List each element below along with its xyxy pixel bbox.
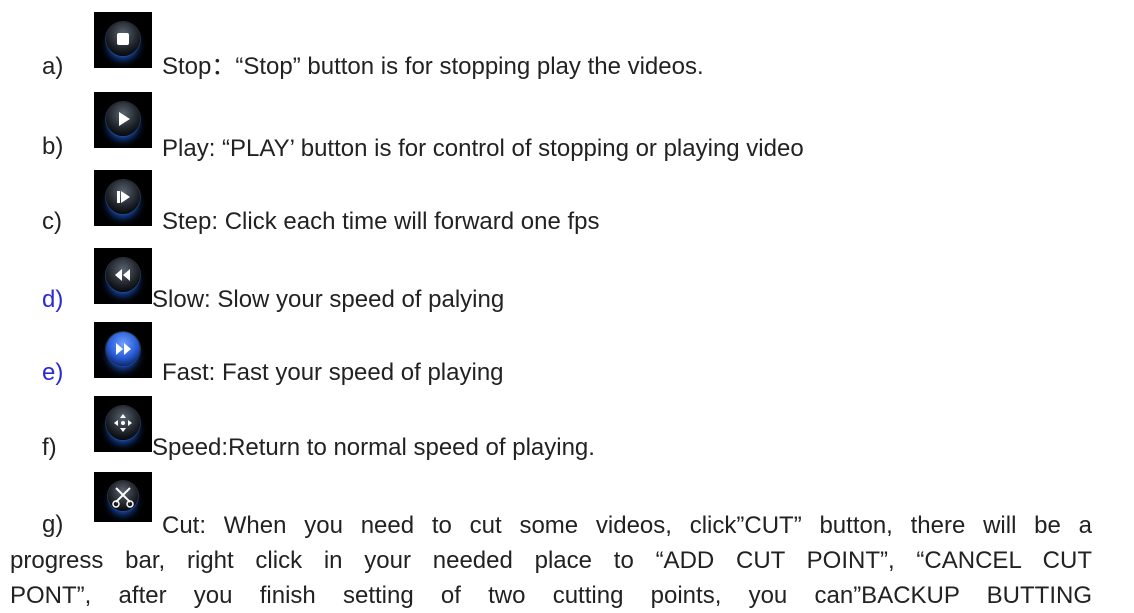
item-description: Step: Click each time will forward one f… bbox=[162, 208, 600, 235]
stop-icon bbox=[94, 12, 152, 68]
play-icon bbox=[94, 92, 152, 148]
list-marker: f) bbox=[42, 434, 57, 461]
step-icon bbox=[94, 170, 152, 226]
list-marker: g) bbox=[42, 511, 64, 538]
cut-description-line: progress bar, right click in your needed… bbox=[10, 547, 1092, 574]
list-marker: a) bbox=[42, 53, 64, 80]
list-marker: c) bbox=[42, 208, 62, 235]
item-description: Speed:Return to normal speed of playing. bbox=[152, 434, 595, 461]
slow-icon bbox=[94, 248, 152, 304]
cut-icon bbox=[94, 472, 152, 522]
item-description: Fast: Fast your speed of playing bbox=[162, 359, 504, 386]
cut-description-line: PONT”, after you finish setting of two c… bbox=[10, 582, 1092, 609]
item-description: Stop：“Stop” button is for stopping play … bbox=[162, 53, 704, 80]
list-marker: b) bbox=[42, 133, 64, 160]
list-marker: d) bbox=[42, 286, 64, 313]
item-description: Slow: Slow your speed of palying bbox=[152, 286, 505, 313]
speed-icon bbox=[94, 396, 152, 452]
cut-description-line: Cut: When you need to cut some videos, c… bbox=[162, 512, 1092, 539]
cut-description: Cut: When you need to cut some videos, c… bbox=[10, 508, 1092, 613]
fast-icon bbox=[94, 322, 152, 378]
item-description: Play: “PLAY’ button is for control of st… bbox=[162, 135, 804, 162]
list-marker: e) bbox=[42, 359, 64, 386]
